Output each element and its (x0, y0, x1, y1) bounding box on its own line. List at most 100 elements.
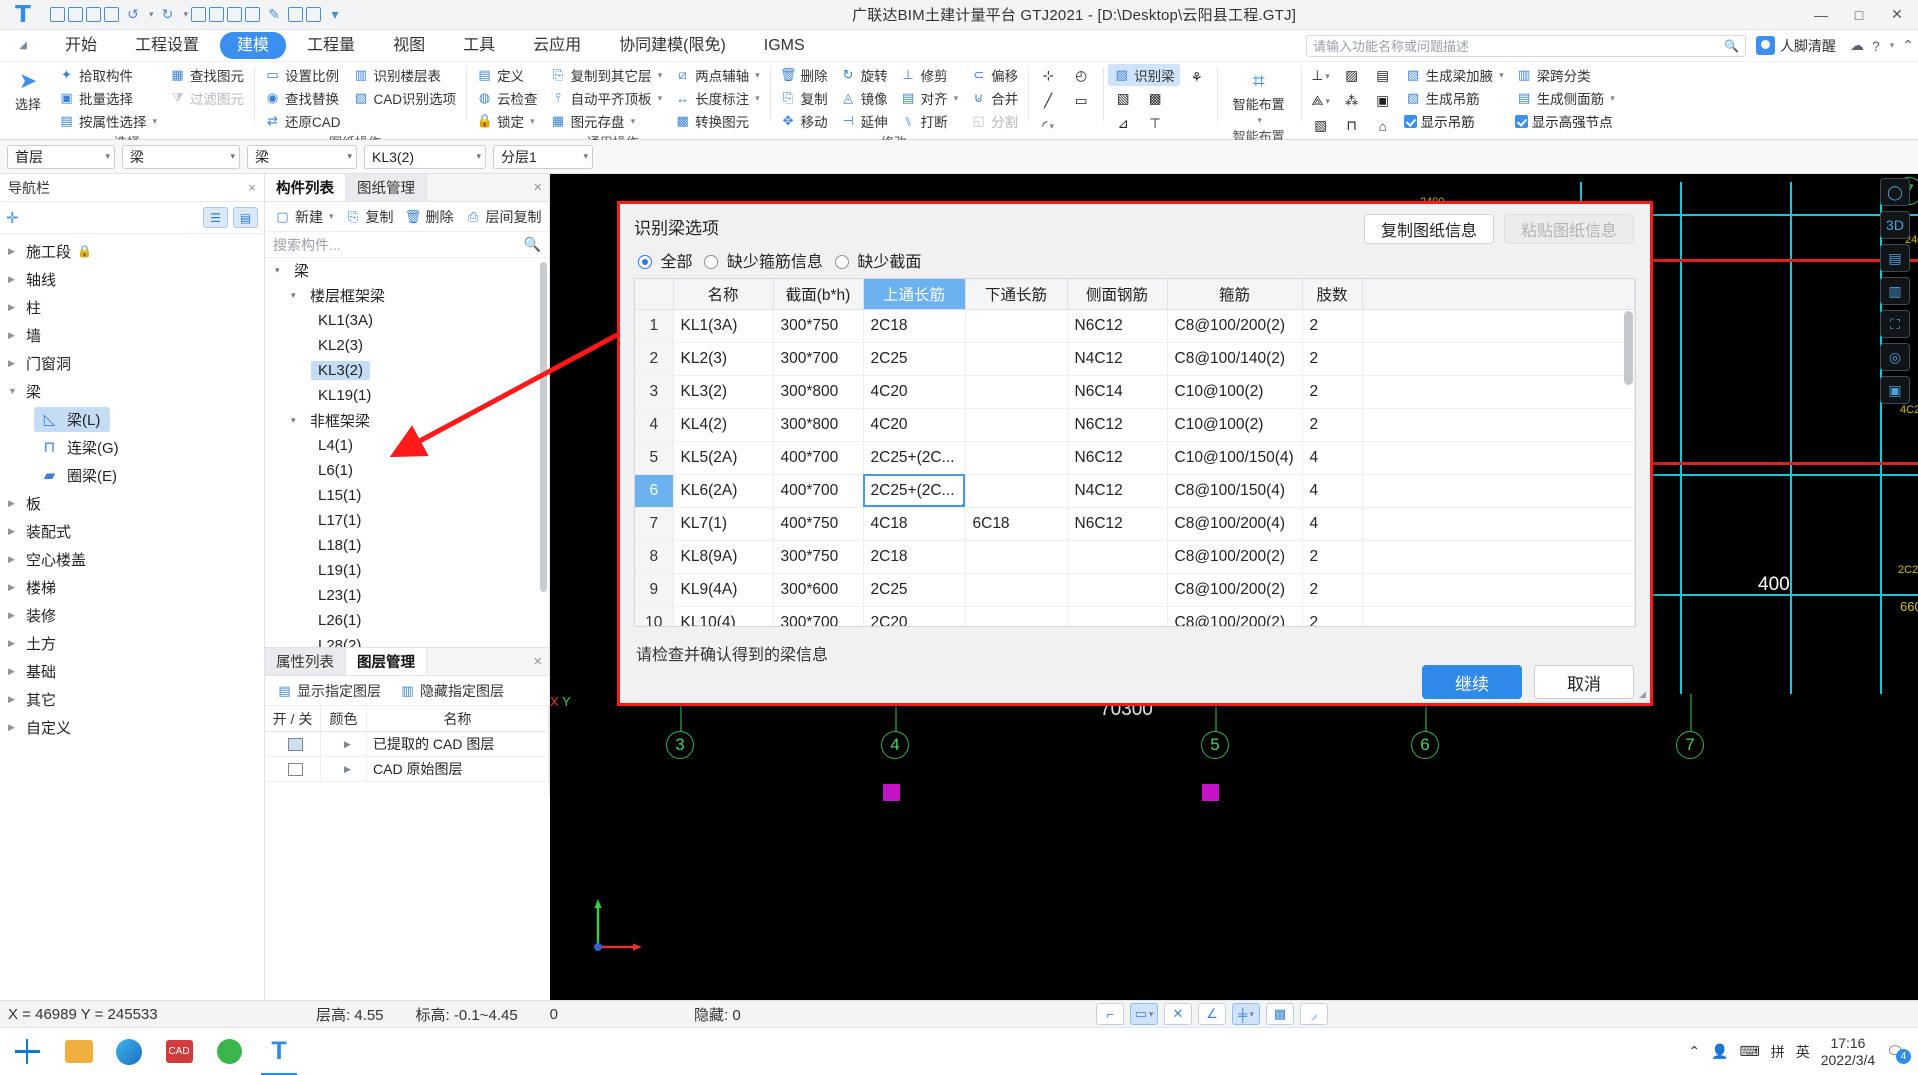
menu-item-view[interactable]: 视图 (376, 32, 442, 59)
cell-top-rebar[interactable]: 4C20 (863, 408, 966, 442)
cell-section[interactable]: 300*700 (773, 342, 864, 376)
table-row[interactable]: 10 KL10(4) 300*700 2C20 C8@100/200(2) 2 (635, 606, 1635, 626)
list-view-icon[interactable]: ☰ (203, 207, 228, 228)
solid-icon[interactable]: ▩ (1266, 1003, 1294, 1025)
nav-item-column[interactable]: ▶ 柱 (0, 293, 264, 321)
cell-name[interactable]: KL3(2) (673, 375, 774, 409)
layer-icon[interactable] (288, 7, 304, 22)
cell-bottom-rebar[interactable] (965, 408, 1068, 442)
col-bottom-rebar[interactable]: 下通长筋 (965, 279, 1068, 310)
set-scale-button[interactable]: ▭ 设置比例 (259, 64, 346, 86)
cell-section[interactable]: 300*750 (773, 540, 864, 574)
cell-legs[interactable]: 2 (1302, 342, 1363, 376)
auto-align-button[interactable]: ⫯ 自动平齐顶板 ▾ (545, 87, 668, 109)
beam-c-icon[interactable]: ▤ (1368, 64, 1398, 88)
cell-side-rebar[interactable]: N6C12 (1067, 441, 1168, 475)
gen-haunch-button[interactable]: ▧ 生成梁加腋 ▾ (1400, 64, 1509, 86)
no-snap-icon[interactable]: ✕ (1164, 1003, 1192, 1025)
table-row[interactable]: 3 KL3(2) 300*800 4C20 N6C14 C10@100(2) 2 (635, 375, 1635, 409)
cell-top-rebar[interactable]: 4C18 (863, 507, 966, 541)
taskbar-cad[interactable]: CAD (154, 1028, 204, 1075)
cloud-check-button[interactable]: ◍ 云检查 (471, 87, 543, 109)
gen-hanger-button[interactable]: ▧ 生成吊筋 (1400, 87, 1509, 109)
table-row[interactable]: 1 KL1(3A) 300*750 2C18 N6C12 C8@100/200(… (635, 309, 1635, 343)
copy-between-floors-button[interactable]: ⎙ 层间复制 (460, 205, 547, 229)
beam-i-icon[interactable]: ⌂ (1368, 114, 1398, 138)
nav-item-construction-section[interactable]: ▶ 施工段 🔒 (0, 237, 264, 265)
cell-legs[interactable]: 4 (1302, 441, 1363, 475)
tree-item-l19[interactable]: L19(1) (265, 558, 549, 583)
nav-item-axis[interactable]: ▶ 轴线 (0, 265, 264, 293)
layer1-icon[interactable]: ▤ (1880, 244, 1910, 272)
curve-icon[interactable]: ◜ ▾ (1033, 114, 1063, 138)
element-type-selector[interactable]: 梁 ▾ (247, 144, 357, 169)
cell-section[interactable]: 400*700 (773, 441, 864, 475)
add-icon[interactable]: ✛ (6, 209, 19, 227)
cell-name[interactable]: KL5(2A) (673, 441, 774, 475)
sum-icon[interactable] (191, 7, 207, 22)
ortho-icon[interactable]: ⌐ (1096, 1003, 1124, 1025)
tree-item-l4[interactable]: L4(1) (265, 433, 549, 458)
component-tree-scrollbar[interactable] (540, 262, 547, 592)
new-component-button[interactable]: ▢ 新建 ▾ (269, 205, 339, 229)
radio-missing-section[interactable]: 缺少截面 (834, 248, 921, 272)
paste-drawing-info-button[interactable]: 粘贴图纸信息 (1503, 214, 1634, 244)
menu-item-collab[interactable]: 协同建模(限免) (602, 32, 743, 59)
lang-icon[interactable]: 英 (1796, 1042, 1810, 1062)
arc-center-icon[interactable]: ◴ (1066, 64, 1096, 88)
compare-icon[interactable] (227, 7, 243, 22)
chevron-down-icon[interactable]: ▾ (1886, 40, 1899, 51)
copy-button[interactable]: ⎘ 复制 (775, 87, 833, 109)
close-icon[interactable]: × (527, 174, 549, 201)
cell-section[interactable]: 300*750 (773, 309, 864, 343)
line-icon[interactable]: ╱ (1033, 89, 1063, 113)
chevron-right-icon[interactable]: ▶ (344, 764, 351, 775)
cell-top-rebar[interactable]: 2C20 (863, 606, 966, 626)
menu-item-modeling[interactable]: 建模 (220, 32, 287, 59)
layer-toggle-checkbox[interactable] (288, 762, 303, 776)
cell-side-rebar[interactable] (1067, 573, 1168, 607)
sublayer-selector[interactable]: 分层1 ▾ (493, 144, 593, 169)
collapse-ribbon-icon[interactable]: ⌃ (1898, 37, 1918, 54)
table-row[interactable]: 6 KL6(2A) 400*700 2C25+(2C... N4C12 C8@1… (635, 474, 1635, 508)
table-row[interactable]: 5 KL5(2A) 400*700 2C25+(2C... N6C12 C10@… (635, 441, 1635, 475)
user-account[interactable]: 人脚清醒 (1746, 36, 1846, 56)
cell-name[interactable]: KL1(3A) (673, 309, 774, 343)
nav-item-wall[interactable]: ▶ 墙 (0, 321, 264, 349)
cad-axis-area[interactable]: 70300 3 4 5 6 7 Y X (550, 694, 1918, 1000)
cell-legs[interactable]: 2 (1302, 309, 1363, 343)
cell-name[interactable]: KL6(2A) (673, 474, 774, 508)
chevron-up-icon[interactable]: ⌃ (1688, 1043, 1700, 1060)
cell-name[interactable]: KL8(9A) (673, 540, 774, 574)
nav-item-prefab[interactable]: ▶ 装配式 (0, 517, 264, 545)
delete-button[interactable]: 🗑 删除 (775, 64, 833, 86)
col-name[interactable]: 名称 (673, 279, 774, 310)
restore-cad-button[interactable]: ⇄ 还原CAD (259, 110, 346, 132)
beam-edit-icon[interactable]: ▩ (1140, 87, 1170, 111)
angle-icon[interactable]: ∠ (1198, 1003, 1226, 1025)
expand-icon[interactable]: ⛶ (1880, 310, 1910, 338)
beam-extend-icon[interactable]: ⊤ (1140, 112, 1170, 136)
save-as-icon[interactable] (104, 7, 119, 22)
tree-item-l26[interactable]: L26(1) (265, 608, 549, 633)
extend-button[interactable]: ⊣ 延伸 (835, 110, 893, 132)
beam-b-icon[interactable]: ▨ (1337, 64, 1367, 88)
cell-name[interactable]: KL7(1) (673, 507, 774, 541)
table-row[interactable]: 4 KL4(2) 300*800 4C20 N6C12 C10@100(2) 2 (635, 408, 1635, 442)
cell-side-rebar[interactable]: N6C12 (1067, 507, 1168, 541)
beam-table-scrollbar[interactable] (1624, 311, 1633, 385)
3d-icon[interactable]: 3D (1880, 211, 1910, 239)
nav-item-beam-g[interactable]: ⊓ 连梁(G) (0, 433, 264, 461)
merge-button[interactable]: ⊍ 合并 (965, 87, 1023, 109)
copy-drawing-info-button[interactable]: 复制图纸信息 (1363, 214, 1494, 244)
clock[interactable]: 17:16 2022/3/4 (1821, 1035, 1876, 1069)
more-icon[interactable]: ▾ (324, 4, 346, 26)
tree-item-kl19[interactable]: KL19(1) (265, 383, 549, 408)
mirror-button[interactable]: ◬ 镜像 (835, 87, 893, 109)
tree-group-frame-beam[interactable]: ▾ 楼层框架梁 (265, 283, 549, 308)
cell-section[interactable]: 300*600 (773, 573, 864, 607)
menu-item-project-settings[interactable]: 工程设置 (118, 32, 216, 59)
break-button[interactable]: ⑊ 打断 (895, 110, 964, 132)
element-save-button[interactable]: ▦ 图元存盘 ▾ (545, 110, 668, 132)
length-dim-button[interactable]: ↔ 长度标注 ▾ (669, 87, 765, 109)
